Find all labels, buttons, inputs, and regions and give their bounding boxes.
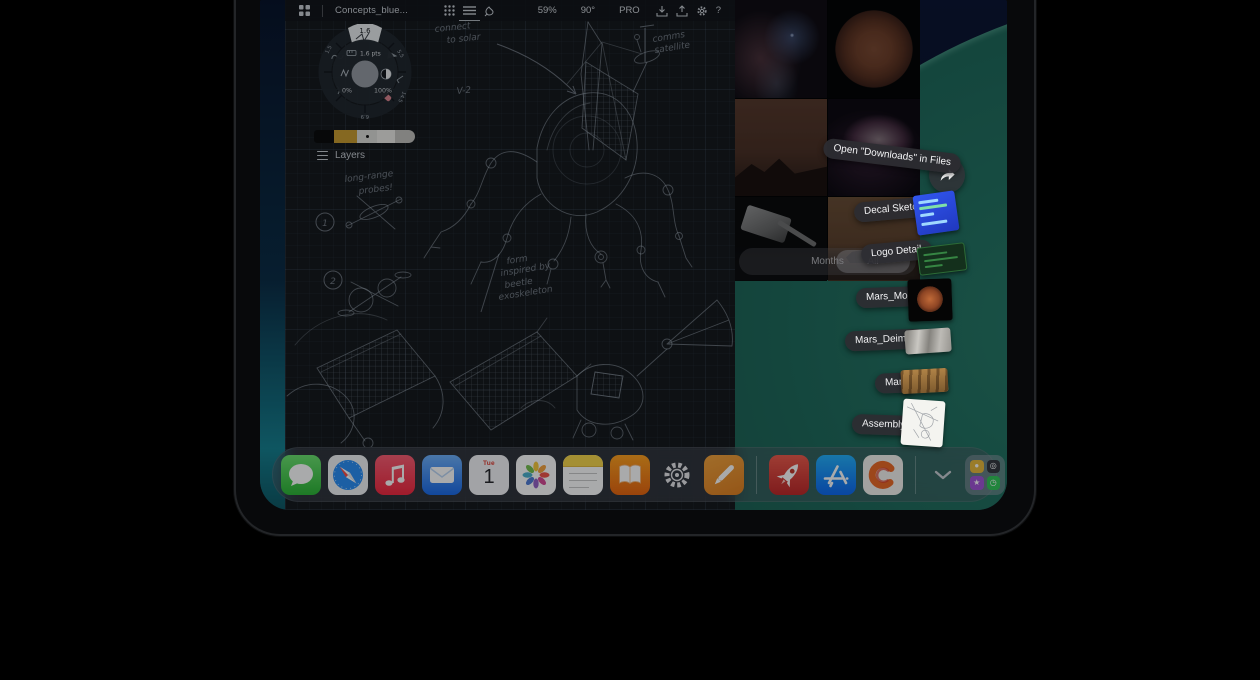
drag-thumb-decal-sketches[interactable] — [912, 190, 959, 235]
drag-thumb-assembly[interactable] — [900, 399, 945, 448]
drag-thumb-mars-model[interactable] — [907, 278, 952, 322]
ipad-device: connect to solar comms satellite V-2 lon… — [234, 0, 1036, 536]
ipad-screen: connect to solar comms satellite V-2 lon… — [260, 0, 1007, 510]
drag-layer: Open "Downloads" in Files Decal Sketches… — [260, 0, 1007, 510]
drag-thumb-mars[interactable] — [900, 368, 948, 394]
drag-thumb-mars-deimos[interactable] — [904, 327, 952, 354]
drag-label-open-downloads[interactable]: Open "Downloads" in Files — [822, 138, 962, 175]
drag-thumb-logo-detail[interactable] — [916, 242, 967, 276]
screenshot-stage: connect to solar comms satellite V-2 lon… — [0, 0, 1260, 680]
